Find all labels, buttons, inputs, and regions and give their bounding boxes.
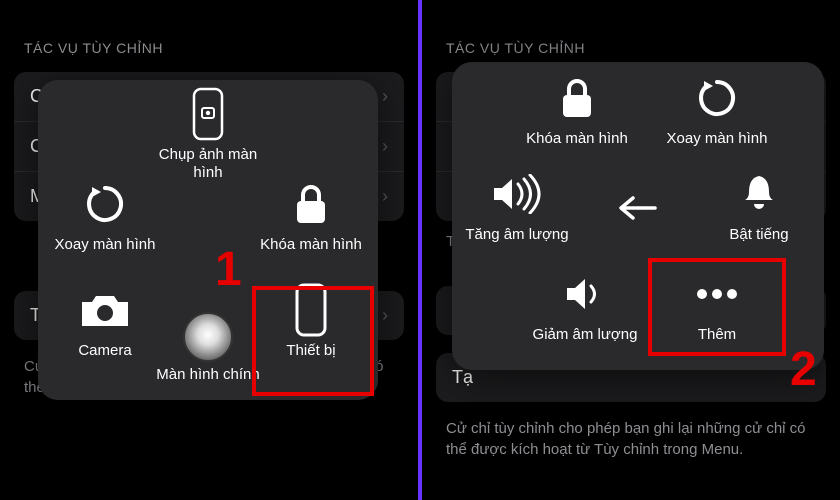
menu-label: Camera xyxy=(78,342,131,360)
menu-label: Xoay màn hình xyxy=(667,130,768,148)
menu-item-rotate[interactable]: Xoay màn hình xyxy=(662,70,772,148)
device-icon xyxy=(293,282,329,338)
menu-item-back[interactable] xyxy=(592,180,682,236)
screenshot-icon xyxy=(188,86,228,142)
menu-item-lock[interactable]: Khóa màn hình xyxy=(256,176,366,254)
rotate-icon xyxy=(81,176,129,232)
volume-down-icon xyxy=(563,266,607,322)
bell-icon xyxy=(739,166,779,222)
volume-up-icon xyxy=(490,166,544,222)
menu-label: Chụp ảnh màn hình xyxy=(153,146,263,182)
menu-label: Tăng âm lượng xyxy=(465,226,568,244)
menu-label: Xoay màn hình xyxy=(55,236,156,254)
home-button[interactable] xyxy=(183,312,233,362)
description-text: Cử chỉ tùy chỉnh cho phép bạn ghi lại nh… xyxy=(422,408,840,484)
menu-label: Thiết bị xyxy=(286,342,335,360)
menu-item-volume-up[interactable]: Tăng âm lượng xyxy=(462,166,572,244)
menu-item-screenshot[interactable]: Chụp ảnh màn hình xyxy=(153,86,263,182)
menu-item-device[interactable]: Thiết bị xyxy=(256,282,366,360)
section-header: TÁC VỤ TÙY CHỈNH xyxy=(0,0,418,66)
menu-item-volume-down[interactable]: Giảm âm lượng xyxy=(530,266,640,344)
menu-item-camera[interactable]: Camera xyxy=(50,282,160,360)
menu-item-lock[interactable]: Khóa màn hình xyxy=(522,70,632,148)
chevron-right-icon: › xyxy=(382,305,388,326)
menu-item-more[interactable]: Thêm xyxy=(662,266,772,344)
menu-label: Thêm xyxy=(698,326,736,344)
chevron-right-icon: › xyxy=(382,136,388,157)
assistivetouch-menu: Chụp ảnh màn hình Xoay màn hình Khóa màn… xyxy=(38,80,378,400)
section-header: TÁC VỤ TÙY CHỈNH xyxy=(422,0,840,66)
rotate-icon xyxy=(693,70,741,126)
assistivetouch-device-menu: Khóa màn hình Xoay màn hình Tăng âm lượn… xyxy=(452,62,824,370)
pane-step-2: TÁC VỤ TÙY CHỈNH C › C › N › T C › Tạ Cử… xyxy=(422,0,840,500)
row-label: Tạ xyxy=(452,367,473,388)
lock-icon xyxy=(291,176,331,232)
pane-step-1: TÁC VỤ TÙY CHỈNH C › C › M › Tạ › Cử chỉ… xyxy=(0,0,418,500)
chevron-right-icon: › xyxy=(382,186,388,207)
menu-label-home: Màn hình chính xyxy=(38,366,378,383)
menu-label: Khóa màn hình xyxy=(526,130,628,148)
menu-label: Bật tiếng xyxy=(729,226,788,244)
back-arrow-icon xyxy=(615,180,659,236)
menu-item-rotate[interactable]: Xoay màn hình xyxy=(50,176,160,254)
more-icon xyxy=(692,266,742,322)
lock-icon xyxy=(557,70,597,126)
menu-label: Khóa màn hình xyxy=(260,236,362,254)
chevron-right-icon: › xyxy=(382,86,388,107)
menu-item-unmute[interactable]: Bật tiếng xyxy=(704,166,814,244)
camera-icon xyxy=(78,282,132,338)
menu-label: Giảm âm lượng xyxy=(533,326,638,344)
